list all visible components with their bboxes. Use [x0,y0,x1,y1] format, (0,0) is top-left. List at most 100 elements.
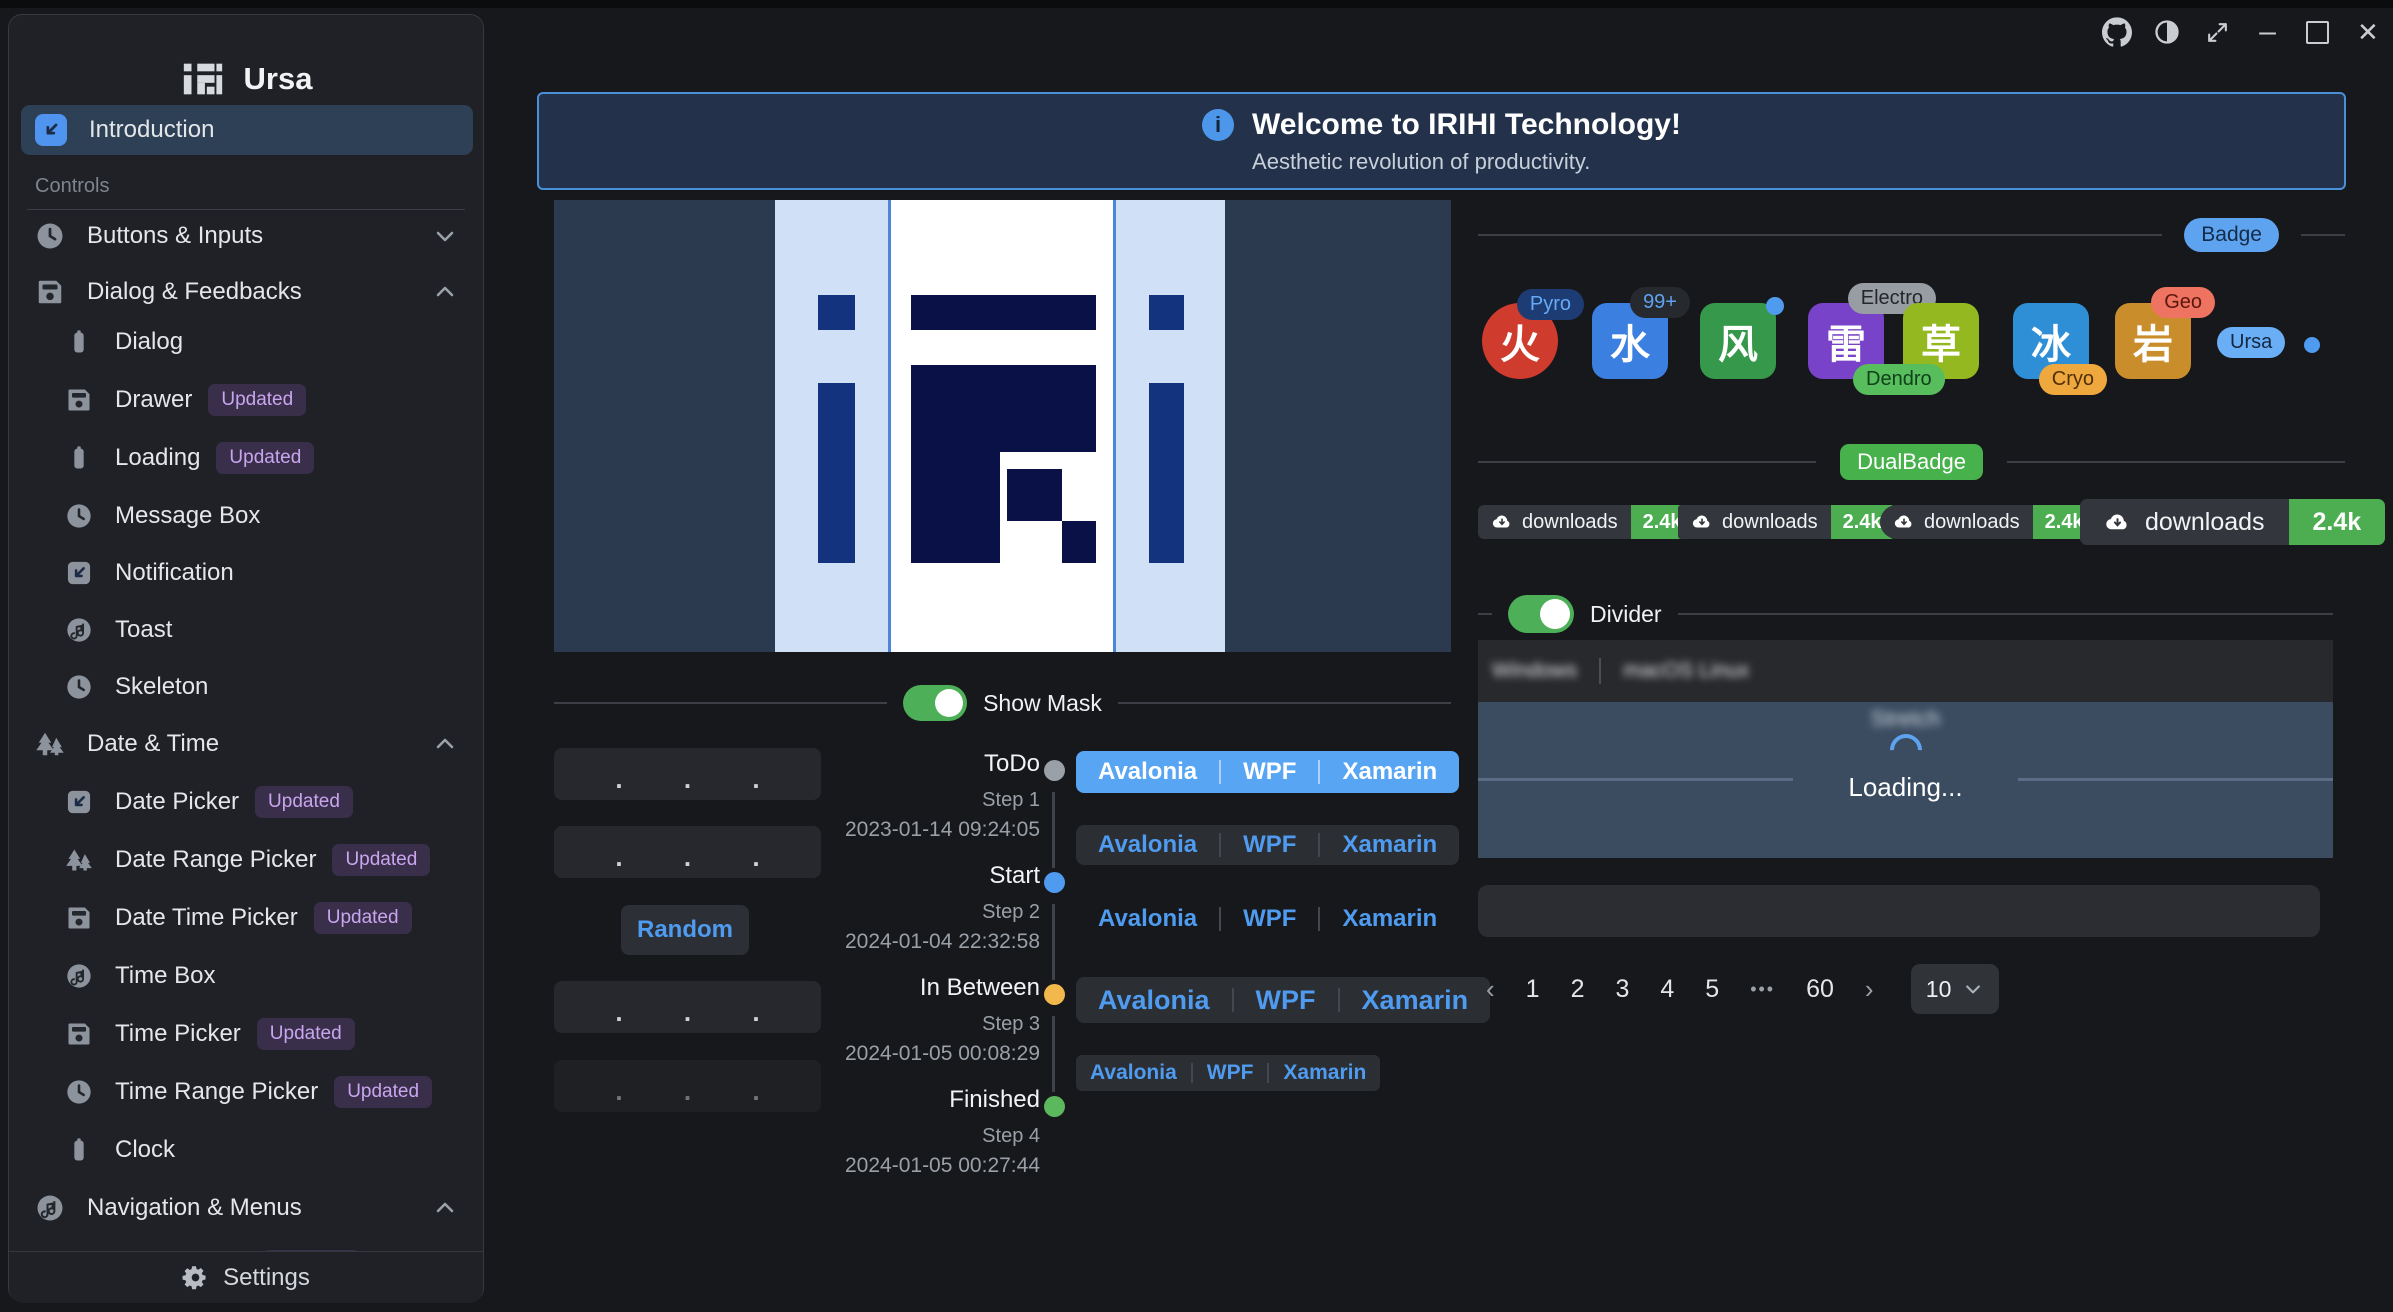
stretch-label: Stretch [1871,706,1941,732]
option-wpf[interactable]: WPF [1234,985,1338,1016]
option-avalonia[interactable]: Avalonia [1076,758,1219,786]
page-5[interactable]: 5 [1705,975,1719,1004]
badge-cryo: 冰 Cryo [2013,303,2089,379]
sidebar-item-date-range-picker[interactable]: Date Range Picker Updated [21,837,473,883]
sidebar-item-message-box[interactable]: Message Box [21,493,473,539]
updated-badge: Updated [208,384,306,416]
page-4[interactable]: 4 [1660,975,1674,1004]
sidebar-item-drawer[interactable]: Drawer Updated [21,377,473,423]
option-wpf[interactable]: WPF [1221,831,1318,859]
show-mask-label: Show Mask [983,690,1102,717]
page-3[interactable]: 3 [1615,975,1629,1004]
step-dot-start [1044,872,1065,893]
ipv4-box-1[interactable]: ... [554,748,821,800]
step-in-between: In BetweenStep 32024-01-05 00:08:29 [800,972,1040,1068]
selection-group-filled: Avalonia WPF Xamarin [1076,825,1459,865]
page-60[interactable]: 60 [1806,975,1834,1004]
sidebar-item-introduction[interactable]: Introduction [21,105,473,155]
option-wpf[interactable]: WPF [1193,1061,1268,1085]
theme-toggle-icon[interactable] [2150,15,2184,49]
tab-separator [1599,658,1601,684]
page-1[interactable]: 1 [1526,975,1540,1004]
badge-label-99plus: 99+ [1630,287,1690,318]
option-avalonia[interactable]: Avalonia [1076,905,1219,933]
option-xamarin[interactable]: Xamarin [1320,831,1459,859]
sidebar-item-time-box[interactable]: Time Box [21,953,473,999]
option-wpf[interactable]: WPF [1221,758,1318,786]
mask-guide-line-right [1113,200,1116,652]
app-logo: Ursa [9,56,483,102]
welcome-banner: i Welcome to IRIHI Technology! Aesthetic… [537,92,2346,190]
app-window: – ✕ Ursa Introduction Controls Buttons &… [0,0,2393,1312]
empty-input[interactable] [1478,885,2320,937]
updated-badge: Updated [257,1018,355,1050]
maximize-button[interactable] [2301,15,2335,49]
page-size-dropdown[interactable]: 10 [1911,964,1999,1014]
badge-ursa-pill: Ursa [2217,327,2285,358]
sidebar-item-dialog[interactable]: Dialog [21,319,473,365]
ursa-logo-icon [180,56,226,102]
sidebar-item-clock[interactable]: Clock [21,1127,473,1173]
divider-toggle[interactable] [1508,595,1574,633]
option-xamarin[interactable]: Xamarin [1320,758,1459,786]
divider-line [2301,234,2345,236]
spinner-icon [1883,727,1928,772]
updated-badge: Updated [255,786,353,818]
option-avalonia[interactable]: Avalonia [1076,985,1232,1016]
fullscreen-icon[interactable] [2200,15,2234,49]
logo-right-bar [1149,383,1184,563]
sidebar-group-buttons-inputs[interactable]: Buttons & Inputs [21,213,473,259]
sidebar-group-dialog-feedbacks[interactable]: Dialog & Feedbacks [21,269,473,315]
sidebar-item-toast[interactable]: Toast [21,607,473,653]
badge-label-pyro: Pyro [1517,289,1584,320]
selection-group-small: Avalonia WPF Xamarin [1076,1055,1380,1091]
option-xamarin[interactable]: Xamarin [1320,905,1459,933]
chevron-up-icon [433,1196,457,1220]
option-wpf[interactable]: WPF [1221,905,1318,933]
next-page-button[interactable]: › [1865,974,1874,1005]
divider-line [1478,613,1492,615]
option-avalonia[interactable]: Avalonia [1076,1061,1191,1085]
random-button[interactable]: Random [621,905,749,955]
step-dot-finished [1044,1096,1065,1117]
badge-geo: 岩 Geo [2115,303,2191,379]
tab-windows[interactable]: Windows [1492,659,1577,683]
pagination-ellipsis[interactable]: ••• [1750,979,1775,1000]
prev-page-button[interactable]: ‹ [1486,974,1495,1005]
loading-overlay: Stretch Loading... [1478,702,2333,858]
divider-line [554,702,887,704]
option-xamarin[interactable]: Xamarin [1269,1061,1380,1085]
close-button[interactable]: ✕ [2351,15,2385,49]
ipv4-box-2[interactable]: ... [554,826,821,878]
sidebar-group-navigation-menus[interactable]: Navigation & Menus [21,1185,473,1231]
sidebar-group-date-time[interactable]: Date & Time [21,721,473,767]
banner-title: Welcome to IRIHI Technology! [1252,107,1681,143]
sidebar-item-skeleton[interactable]: Skeleton [21,664,473,710]
page-2[interactable]: 2 [1571,975,1585,1004]
sidebar-item-breadcrumb[interactable]: Breadcrumb Updated [21,1243,473,1251]
minimize-button[interactable]: – [2251,15,2285,49]
option-xamarin[interactable]: Xamarin [1340,985,1491,1016]
option-avalonia[interactable]: Avalonia [1076,831,1219,859]
sidebar-item-time-range-picker[interactable]: Time Range Picker Updated [21,1069,473,1115]
tab-macos-linux[interactable]: macOS Linux [1623,659,1749,683]
ipv4-box-3[interactable]: ... [554,981,821,1033]
sidebar-item-time-picker[interactable]: Time Picker Updated [21,1011,473,1057]
pagination: ‹ 1 2 3 4 5 ••• 60 › 10 [1486,963,1999,1015]
badge-pyro: 火 Pyro [1482,303,1558,379]
sidebar-item-notification[interactable]: Notification [21,550,473,596]
badge-section-header: Badge [1478,218,2345,252]
sidebar-item-loading[interactable]: Loading Updated [21,435,473,481]
settings-button[interactable]: Settings [9,1251,483,1303]
show-mask-toggle[interactable] [903,685,967,721]
sidebar-section-label: Controls [35,175,109,198]
divider-line [1118,702,1451,704]
sidebar-item-date-picker[interactable]: Date Picker Updated [21,779,473,825]
chevron-down-icon [1963,979,1983,999]
sidebar-item-date-time-picker[interactable]: Date Time Picker Updated [21,895,473,941]
divider-line [1478,461,1816,463]
divider-line [1678,613,2333,615]
github-icon[interactable] [2100,15,2134,49]
downloads-badge-3: downloads 2.4k [1880,505,2096,539]
badge-dot [1766,297,1784,315]
